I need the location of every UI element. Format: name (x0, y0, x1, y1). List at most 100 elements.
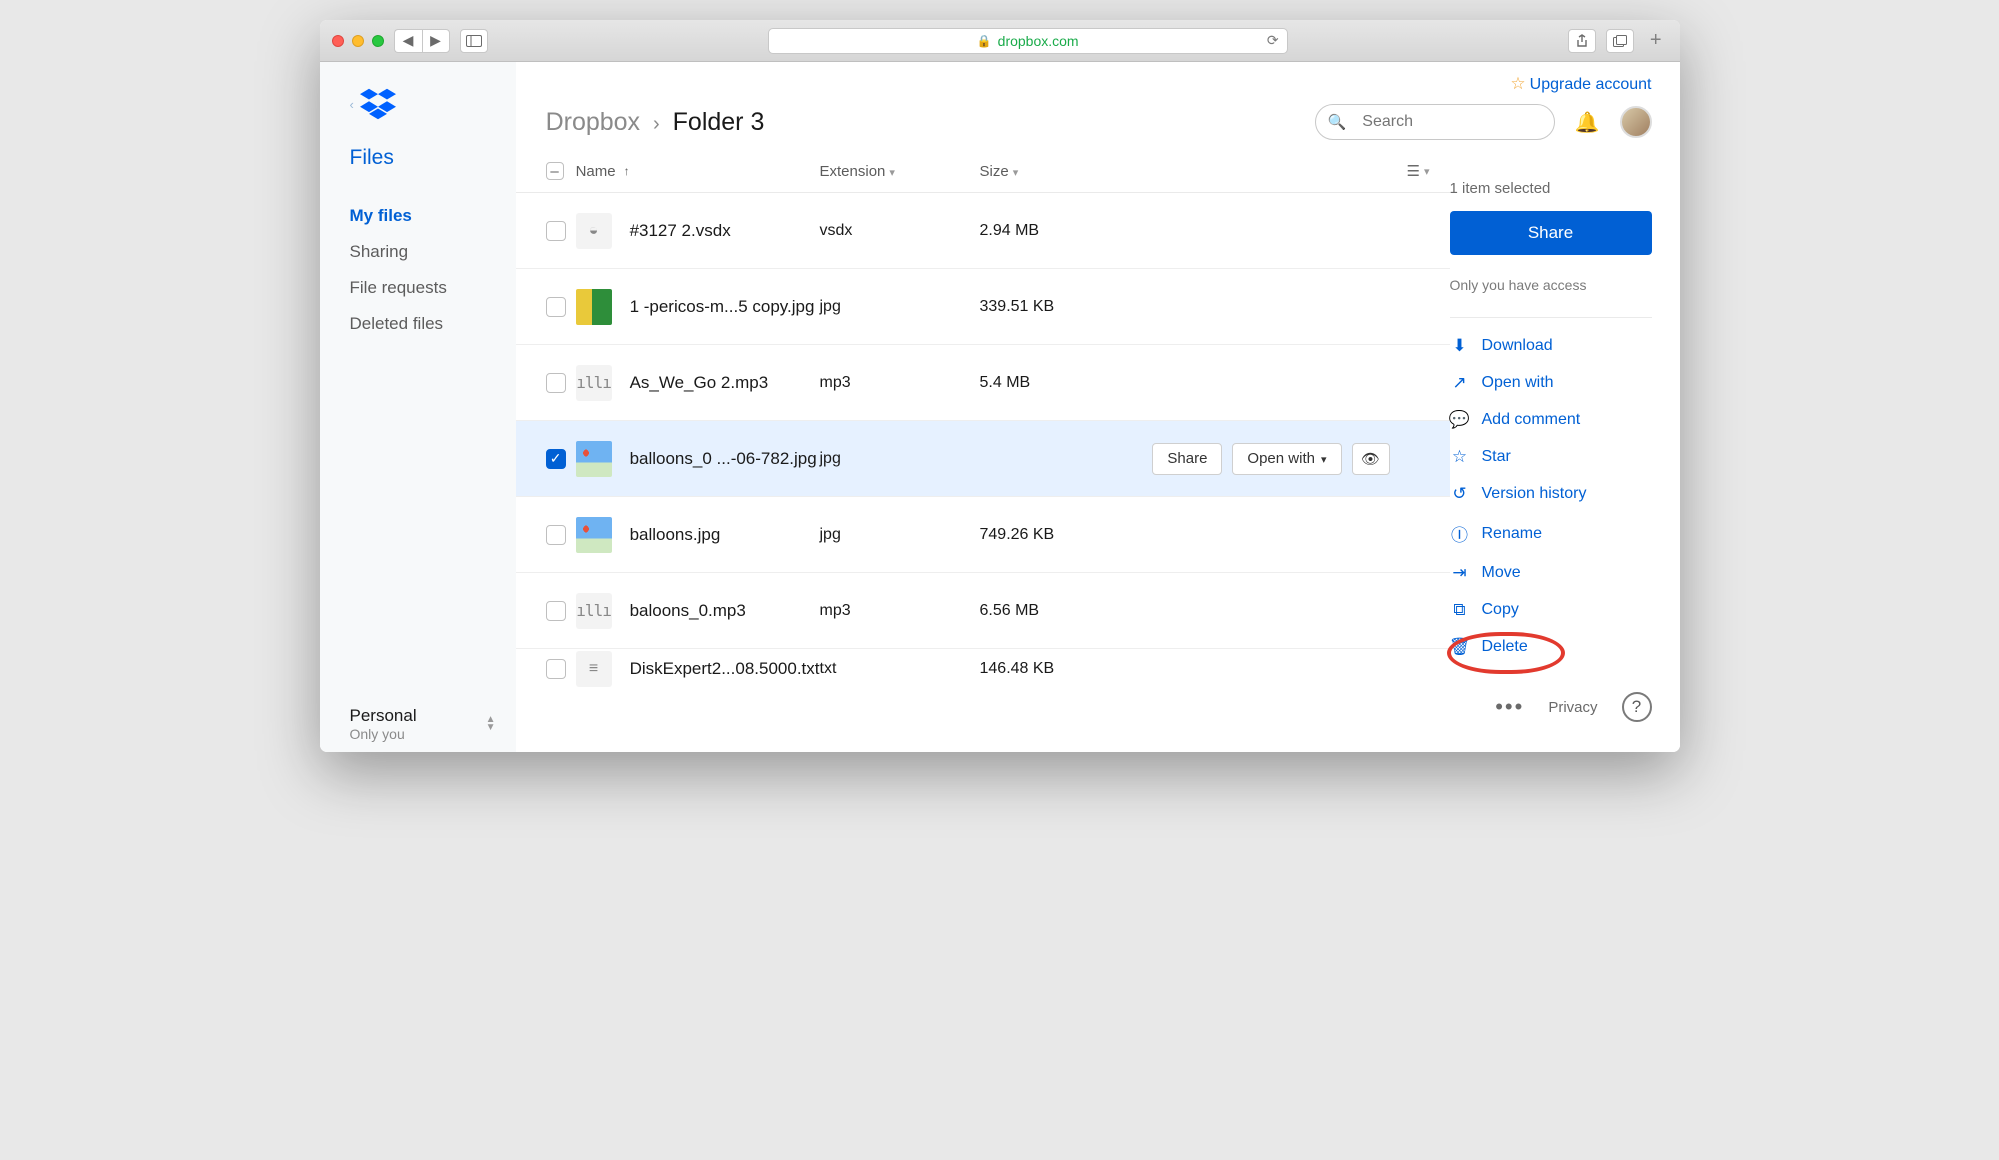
nav-deleted-files[interactable]: Deleted files (350, 314, 516, 334)
chevron-down-icon: ▾ (1013, 167, 1019, 179)
share-sheet-button[interactable] (1568, 29, 1596, 53)
column-extension[interactable]: Extension▾ (820, 163, 980, 180)
row-checkbox[interactable]: ✓ (546, 449, 566, 469)
minimize-window-icon[interactable] (352, 35, 364, 47)
nav-files[interactable]: Files (350, 146, 516, 170)
account-name: Personal (350, 706, 417, 726)
close-window-icon[interactable] (332, 35, 344, 47)
move-icon: ⇥ (1450, 563, 1470, 583)
tabs-icon (1613, 35, 1627, 47)
table-row[interactable]: ✓ balloons_0 ...-06-782.jpg jpg Share Op… (516, 421, 1450, 497)
maximize-window-icon[interactable] (372, 35, 384, 47)
row-checkbox[interactable] (546, 297, 566, 317)
dropbox-icon (360, 88, 396, 120)
table-row[interactable]: 1 -pericos-m...5 copy.jpg jpg 339.51 KB (516, 269, 1450, 345)
nav-my-files[interactable]: My files (350, 206, 516, 226)
file-size: 2.94 MB (980, 222, 1040, 239)
audio-icon: ıllı (576, 365, 612, 401)
dropbox-logo[interactable]: ‹ (350, 88, 516, 120)
share-button[interactable]: Share (1450, 211, 1652, 255)
files-column: – Name ↑ Extension▾ Size▾ (516, 162, 1450, 752)
browser-window: ◀ ▶ 🔒 dropbox.com ⟳ + ‹ (320, 20, 1680, 752)
nav-sharing[interactable]: Sharing (350, 242, 516, 262)
star-icon: ☆ (1450, 447, 1470, 467)
breadcrumb-root[interactable]: Dropbox (546, 108, 641, 136)
row-checkbox[interactable] (546, 221, 566, 241)
privacy-link[interactable]: Privacy (1548, 699, 1597, 716)
select-all-checkbox[interactable]: – (546, 162, 564, 180)
forward-button[interactable]: ▶ (422, 29, 450, 53)
divider (1450, 317, 1652, 318)
row-open-with-button[interactable]: Open with▾ (1232, 443, 1341, 475)
tabs-button[interactable] (1606, 29, 1634, 53)
action-open-with[interactable]: ↗Open with (1450, 373, 1652, 393)
table-row[interactable]: ıllıAs_We_Go 2.mp3 mp3 5.4 MB (516, 345, 1450, 421)
file-icon: ◒ (576, 213, 612, 249)
traffic-lights (332, 35, 384, 47)
column-size[interactable]: Size▾ (980, 163, 1130, 180)
sidebar-icon (466, 35, 482, 47)
address-bar[interactable]: 🔒 dropbox.com ⟳ (768, 28, 1288, 54)
help-button[interactable]: ? (1622, 692, 1652, 722)
history-icon: ↺ (1450, 484, 1470, 504)
account-subtitle: Only you (350, 726, 417, 742)
action-add-comment[interactable]: 💬Add comment (1450, 410, 1652, 430)
safari-toolbar: ◀ ▶ 🔒 dropbox.com ⟳ + (320, 20, 1680, 62)
back-button[interactable]: ◀ (394, 29, 422, 53)
sidebar-toggle-button[interactable] (460, 29, 488, 53)
action-move[interactable]: ⇥Move (1450, 563, 1652, 583)
row-checkbox[interactable] (546, 659, 566, 679)
view-options[interactable]: ☰▾ (1390, 162, 1450, 180)
breadcrumb: Dropbox › Folder 3 (546, 108, 1295, 137)
table-row[interactable]: ◒#3127 2.vsdx vsdx 2.94 MB (516, 193, 1450, 269)
column-name[interactable]: Name ↑ (576, 163, 820, 180)
action-copy[interactable]: ⧉Copy (1450, 600, 1652, 620)
action-rename[interactable]: ⒾRename (1450, 521, 1652, 546)
action-download[interactable]: ⬇Download (1450, 336, 1652, 356)
search-box[interactable]: 🔍 (1315, 104, 1555, 140)
avatar[interactable] (1620, 106, 1652, 138)
details-panel: 1 item selected Share Only you have acce… (1450, 162, 1680, 752)
table-row[interactable]: ıllıbaloons_0.mp3 mp3 6.56 MB (516, 573, 1450, 649)
file-name: 1 -pericos-m...5 copy.jpg (630, 297, 815, 317)
row-share-button[interactable]: Share (1152, 443, 1222, 475)
table-row[interactable]: balloons.jpg jpg 749.26 KB (516, 497, 1450, 573)
file-name: As_We_Go 2.mp3 (630, 373, 769, 393)
nav-back-forward: ◀ ▶ (394, 29, 450, 53)
selection-count: 1 item selected (1450, 180, 1652, 197)
toolbar-right: + (1568, 29, 1668, 53)
share-icon (1576, 34, 1588, 48)
row-checkbox[interactable] (546, 525, 566, 545)
file-size: 339.51 KB (980, 298, 1055, 315)
more-options-button[interactable]: ••• (1495, 694, 1524, 720)
file-size: 749.26 KB (980, 526, 1055, 543)
image-thumb-icon (576, 517, 612, 553)
reload-icon[interactable]: ⟳ (1267, 32, 1279, 49)
action-version-history[interactable]: ↺Version history (1450, 484, 1652, 504)
sidebar: ‹ Files My files Sharing File requests D… (320, 62, 516, 752)
file-extension: vsdx (820, 222, 853, 239)
chevron-right-icon: › (653, 113, 660, 135)
sort-asc-icon: ↑ (624, 164, 630, 178)
search-icon: 🔍 (1328, 113, 1347, 131)
row-preview-button[interactable]: 👁 (1352, 443, 1390, 475)
account-switcher[interactable]: Personal Only you ▲▼ (350, 706, 516, 742)
action-star[interactable]: ☆Star (1450, 447, 1652, 467)
eye-icon: 👁 (1361, 450, 1380, 468)
upgrade-link[interactable]: ☆Upgrade account (1510, 74, 1651, 94)
updown-icon: ▲▼ (486, 716, 496, 732)
dropbox-app: ‹ Files My files Sharing File requests D… (320, 62, 1680, 752)
notifications-button[interactable]: 🔔 (1575, 110, 1600, 135)
chevron-left-icon: ‹ (350, 97, 354, 112)
table-row[interactable]: ≡DiskExpert2...08.5000.txt txt 146.48 KB (516, 649, 1450, 689)
chevron-down-icon: ▾ (1321, 454, 1327, 466)
search-input[interactable] (1362, 113, 1569, 131)
nav-file-requests[interactable]: File requests (350, 278, 516, 298)
chevron-down-icon: ▾ (889, 167, 895, 179)
file-name: baloons_0.mp3 (630, 601, 746, 621)
file-name: DiskExpert2...08.5000.txt (630, 659, 820, 679)
file-extension: jpg (820, 526, 841, 543)
row-checkbox[interactable] (546, 373, 566, 393)
row-checkbox[interactable] (546, 601, 566, 621)
new-tab-button[interactable]: + (1644, 29, 1668, 53)
